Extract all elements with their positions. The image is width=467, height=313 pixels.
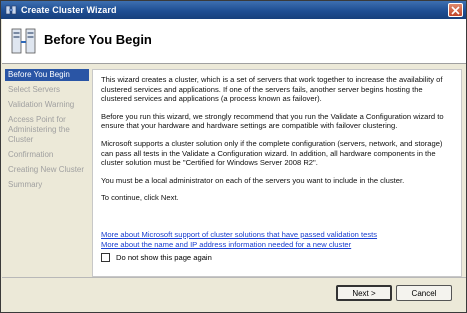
wizard-footer: Next > Cancel [2, 277, 466, 312]
cancel-button[interactable]: Cancel [396, 285, 452, 301]
close-button[interactable] [448, 3, 463, 17]
wizard-window: Create Cluster Wizard Before You Begin B… [0, 0, 467, 313]
nav-step-creating-new-cluster: Creating New Cluster [8, 165, 85, 174]
intro-paragraph: This wizard creates a cluster, which is … [101, 75, 443, 104]
nav-step-before-you-begin[interactable]: Before You Begin [5, 69, 89, 81]
close-icon [451, 5, 460, 15]
help-links: More about Microsoft support of cluster … [101, 230, 377, 249]
nav-step-confirmation: Confirmation [8, 150, 54, 159]
link-support-validation[interactable]: More about Microsoft support of cluster … [101, 230, 377, 240]
wizard-steps-nav: Before You Begin Select Servers Validati… [5, 69, 89, 194]
content-panel: This wizard creates a cluster, which is … [92, 69, 462, 277]
admin-requirement-paragraph: You must be a local administrator on eac… [101, 175, 405, 185]
wizard-header: Before You Begin [2, 19, 466, 64]
cluster-servers-icon [11, 28, 36, 54]
next-button[interactable]: Next > [336, 285, 392, 301]
support-paragraph: Microsoft supports a cluster solution on… [101, 138, 443, 168]
page-title: Before You Begin [44, 32, 152, 47]
dont-show-again-checkbox[interactable] [101, 253, 110, 262]
title-bar: Create Cluster Wizard [1, 1, 466, 19]
nav-step-summary: Summary [8, 180, 43, 189]
wizard-body: Before You Begin Select Servers Validati… [2, 65, 466, 277]
continue-instruction: To continue, click Next. [101, 193, 179, 203]
nav-step-select-servers: Select Servers [8, 85, 61, 94]
validate-recommendation-paragraph: Before you run this wizard, we strongly … [101, 111, 444, 131]
cluster-app-icon [5, 5, 17, 15]
dont-show-again-label[interactable]: Do not show this page again [116, 253, 212, 262]
window-title: Create Cluster Wizard [21, 5, 117, 15]
nav-step-validation-warning: Validation Warning [8, 100, 75, 109]
dont-show-again-row: Do not show this page again [101, 253, 212, 262]
nav-step-access-point: Access Point for Administering the Clust… [8, 115, 70, 144]
link-name-ip-info[interactable]: More about the name and IP address infor… [101, 240, 377, 250]
